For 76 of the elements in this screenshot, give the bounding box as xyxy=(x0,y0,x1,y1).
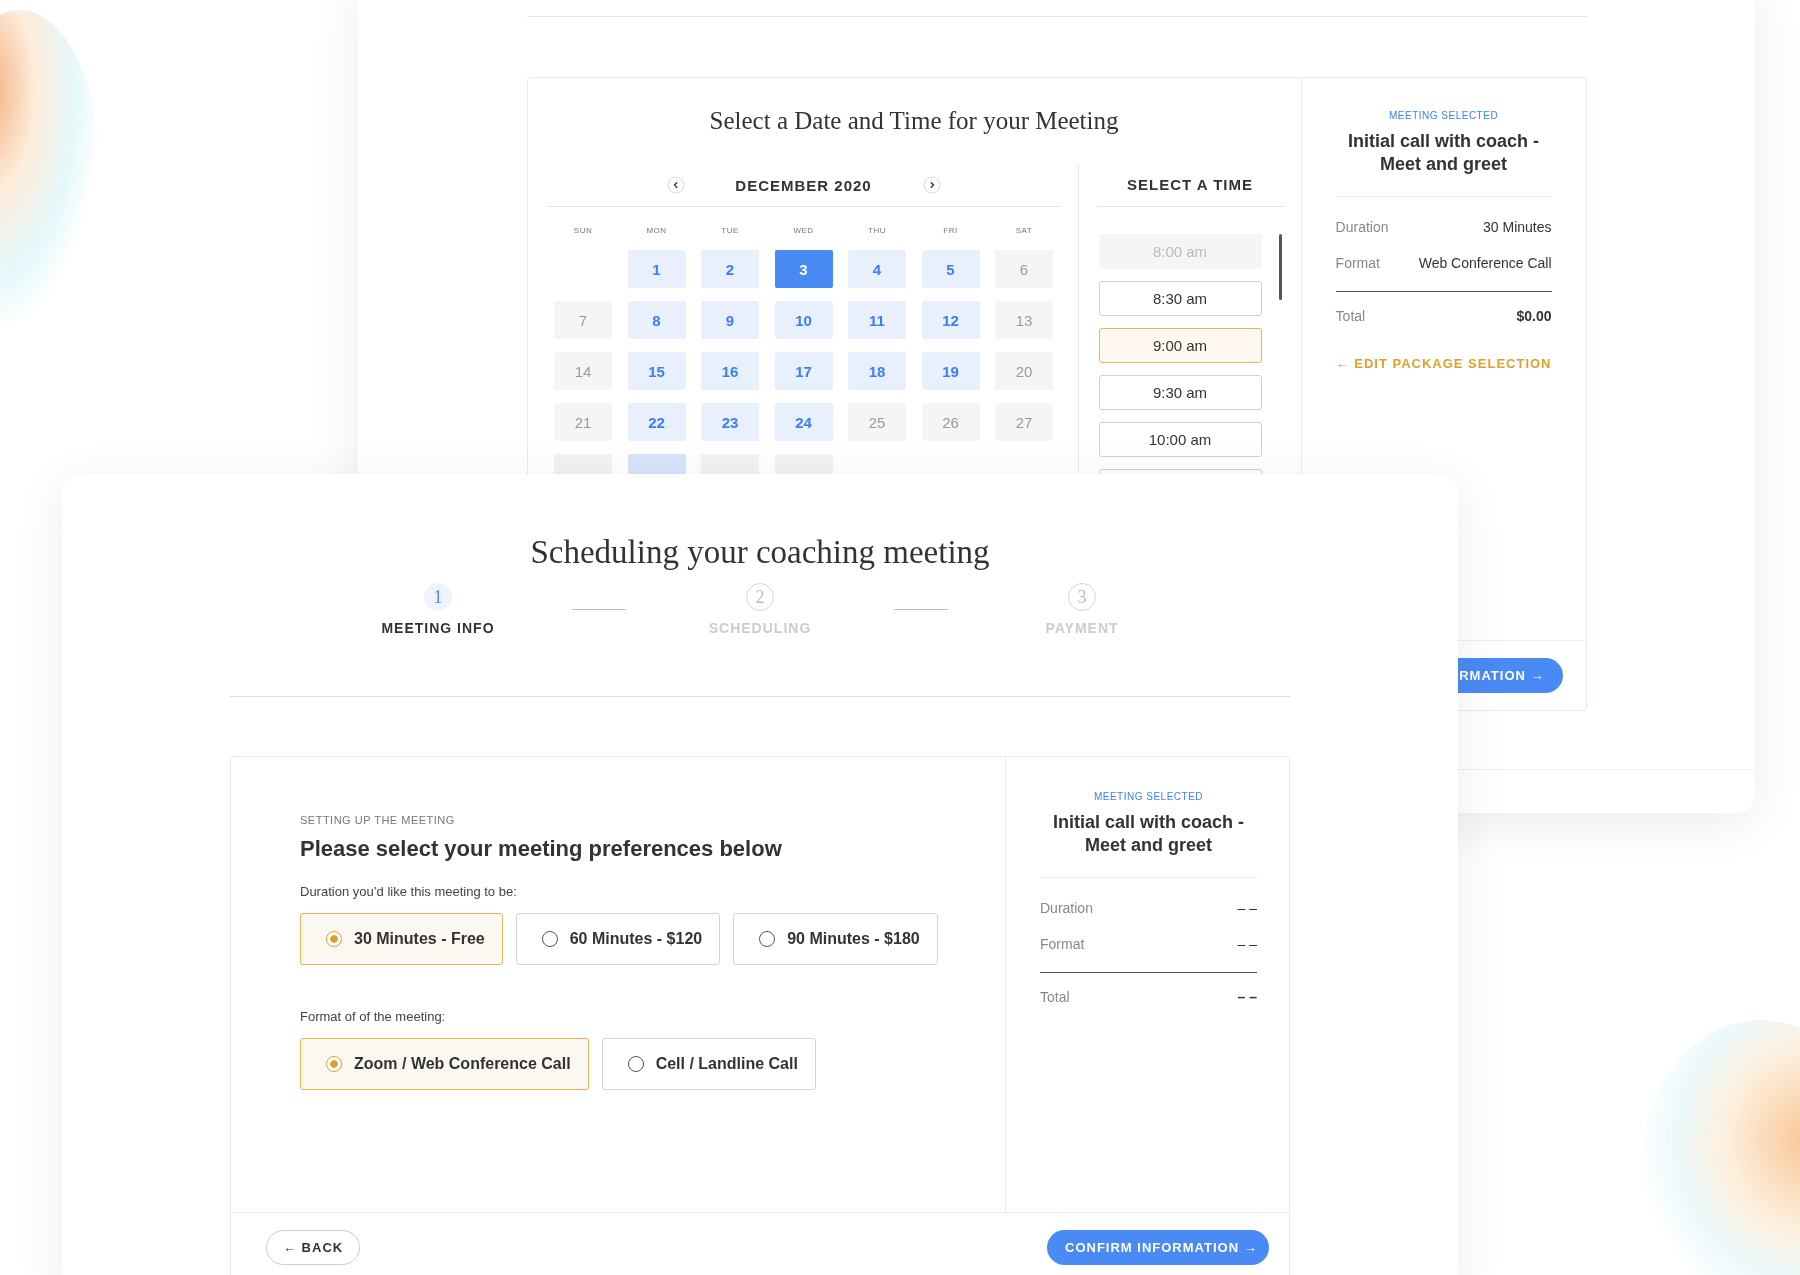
calendar-day[interactable]: 11 xyxy=(848,301,906,339)
calendar-day[interactable]: 22 xyxy=(627,403,686,441)
question-label: Duration you’d like this meeting to be: xyxy=(300,884,518,899)
calendar-day[interactable]: 2 xyxy=(701,250,759,288)
time-slot[interactable]: 10:00 am xyxy=(1098,422,1262,457)
calendar-day[interactable]: 23 xyxy=(701,403,759,441)
calendar-day[interactable]: 18 xyxy=(848,352,906,390)
page-title: Scheduling your coaching meeting xyxy=(530,533,990,571)
meeting-title: Initial call with coach - Meet and greet xyxy=(1040,811,1257,878)
weekday-label: MON xyxy=(645,226,668,237)
page-title: Select a Date and Time for your Meeting xyxy=(708,106,1120,136)
total-value: $0.00 xyxy=(1516,308,1552,324)
step-number: 1 xyxy=(424,583,452,611)
radio-option[interactable]: 90 Minutes - $180 xyxy=(733,913,938,965)
calendar-day[interactable]: 9 xyxy=(701,301,759,339)
previous-month-icon[interactable] xyxy=(666,176,685,194)
edit-package-link[interactable]: ← EDIT PACKAGE SELECTION xyxy=(1335,356,1552,371)
summary-label: Duration xyxy=(1040,900,1093,916)
calendar-day[interactable]: 15 xyxy=(627,352,686,390)
month-label: DECEMBER 2020 xyxy=(734,176,873,194)
summary-value: – – xyxy=(1237,936,1257,952)
calendar-day[interactable]: 19 xyxy=(921,352,980,390)
summary-value: Web Conference Call xyxy=(1418,255,1552,271)
next-month-icon[interactable] xyxy=(922,176,941,194)
summary-label: MEETING SELECTED xyxy=(1092,791,1205,802)
confirm-button[interactable]: CONFIRM INFORMATION → xyxy=(1047,1230,1269,1265)
weekday-label: FRI xyxy=(942,226,959,237)
summary-label: Duration xyxy=(1335,219,1389,235)
summary-label: Format xyxy=(1335,255,1380,271)
section-heading: SELECT A TIME xyxy=(1096,164,1284,207)
calendar-day[interactable]: 25 xyxy=(848,403,906,441)
radio-option[interactable]: 60 Minutes - $120 xyxy=(515,913,721,965)
back-button[interactable]: ← BACK xyxy=(266,1230,361,1265)
summary-label: MEETING SELECTED xyxy=(1388,110,1500,121)
calendar-day[interactable]: 5 xyxy=(921,250,980,288)
calendar-day[interactable]: 3 xyxy=(774,250,833,288)
calendar-day[interactable]: 7 xyxy=(554,301,612,339)
calendar-day[interactable]: 24 xyxy=(774,403,833,441)
weekday-label: SUN xyxy=(572,226,594,237)
calendar-day[interactable]: 14 xyxy=(554,352,612,390)
summary-label: Format xyxy=(1040,936,1085,952)
weekday-label: WED xyxy=(792,226,815,237)
radio-option[interactable]: Cell / Landline Call xyxy=(601,1038,816,1090)
time-slot[interactable]: 9:00 am xyxy=(1098,328,1262,363)
calendar-day[interactable]: 20 xyxy=(995,352,1053,390)
time-slot: 8:00 am xyxy=(1098,234,1262,269)
radio-option[interactable]: Zoom / Web Conference Call xyxy=(300,1038,589,1090)
calendar-day[interactable]: 12 xyxy=(921,301,980,339)
calendar-day[interactable]: 16 xyxy=(701,352,759,390)
time-slot[interactable]: 8:30 am xyxy=(1098,281,1262,316)
calendar-day[interactable]: 26 xyxy=(921,403,980,441)
radio-option[interactable]: 30 Minutes - Free xyxy=(300,913,503,965)
meeting-title: Initial call with coach - Meet and greet xyxy=(1335,130,1552,197)
calendar-day[interactable]: 13 xyxy=(995,301,1053,339)
total-label: Total xyxy=(1040,989,1070,1005)
weekday-label: THU xyxy=(867,226,887,237)
calendar-day[interactable]: 8 xyxy=(627,301,686,339)
question-label: Format of of the meeting: xyxy=(300,1009,447,1024)
weekday-label: TUE xyxy=(720,226,740,237)
calendar-day[interactable]: 4 xyxy=(848,250,906,288)
total-value: – – xyxy=(1237,989,1257,1005)
calendar-day[interactable]: 17 xyxy=(774,352,833,390)
time-slot[interactable]: 9:30 am xyxy=(1098,375,1262,410)
scrollbar[interactable] xyxy=(1278,234,1282,300)
summary-value: – – xyxy=(1237,900,1257,916)
calendar-day[interactable]: 27 xyxy=(995,403,1053,441)
section-heading: Please select your meeting preferences below xyxy=(300,836,783,862)
summary-value: 30 Minutes xyxy=(1483,219,1552,235)
total-label: Total xyxy=(1335,308,1366,324)
calendar-day[interactable]: 6 xyxy=(995,250,1053,288)
weekday-label: SAT xyxy=(1014,226,1034,237)
calendar-day[interactable]: 21 xyxy=(554,403,612,441)
section-label: SETTING UP THE MEETING xyxy=(300,814,456,826)
calendar-day[interactable]: 10 xyxy=(774,301,833,339)
step-label: MEETING INFO xyxy=(381,620,495,636)
calendar-day[interactable]: 1 xyxy=(627,250,686,288)
